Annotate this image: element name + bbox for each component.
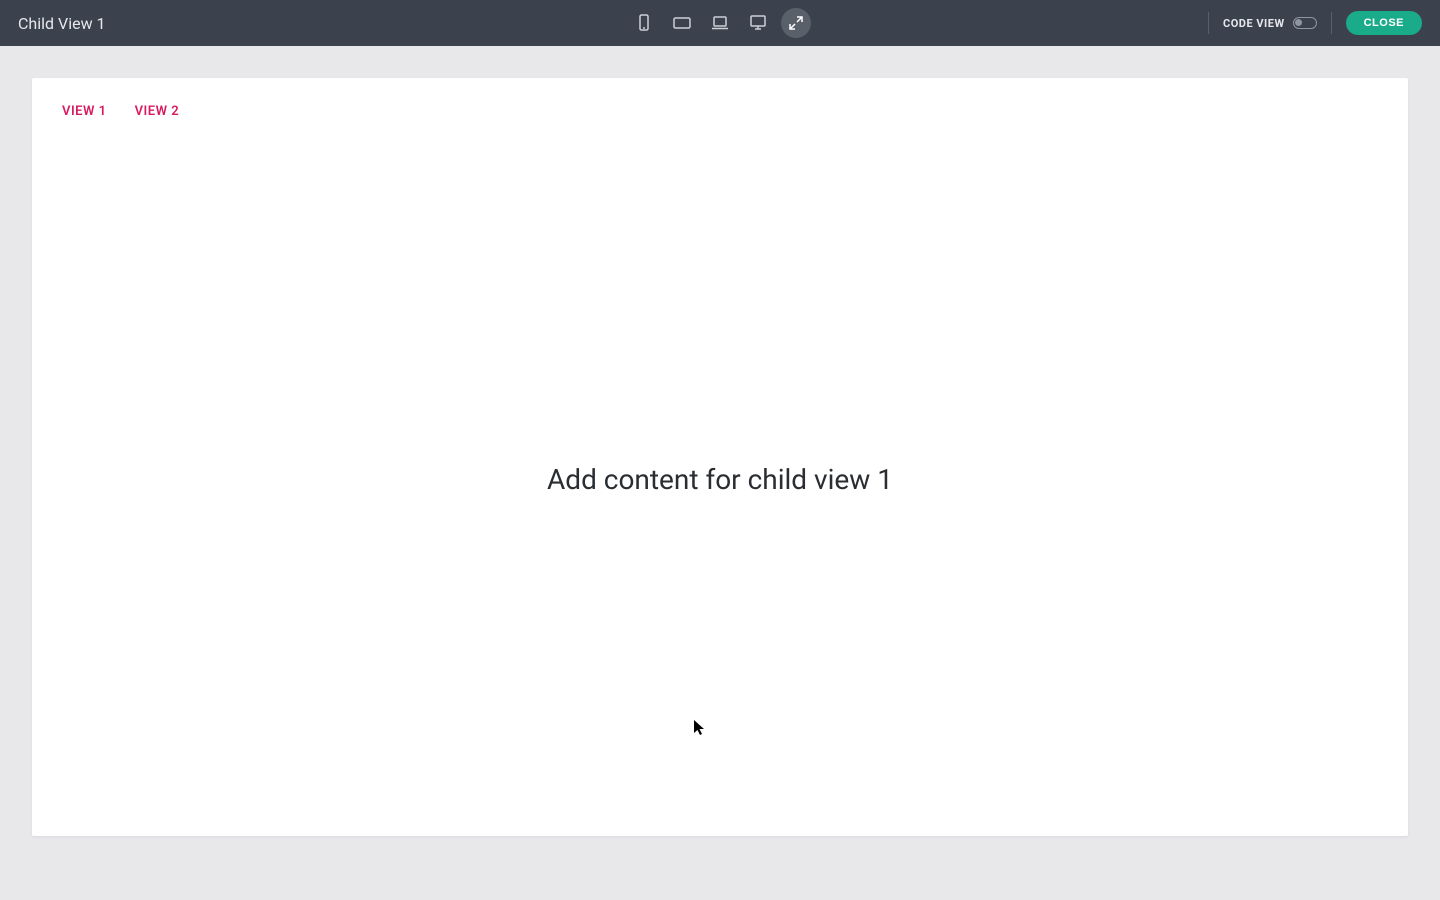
laptop-icon <box>710 15 730 31</box>
device-desktop-button[interactable] <box>743 8 773 38</box>
code-view-toggle-group: CODE VIEW <box>1223 17 1317 30</box>
device-tablet-button[interactable] <box>667 8 697 38</box>
device-preview-controls <box>629 8 811 38</box>
topbar-right-controls: CODE VIEW CLOSE <box>1208 11 1422 35</box>
tab-view-1[interactable]: VIEW 1 <box>60 100 109 123</box>
device-phone-button[interactable] <box>629 8 659 38</box>
code-view-toggle[interactable] <box>1293 17 1317 29</box>
page-title: Child View 1 <box>18 14 106 33</box>
tablet-landscape-icon <box>672 16 692 30</box>
code-view-label: CODE VIEW <box>1223 17 1285 30</box>
placeholder-text: Add content for child view 1 <box>547 463 893 496</box>
device-fullscreen-button[interactable] <box>781 8 811 38</box>
expand-icon <box>788 15 804 31</box>
canvas-body: Add content for child view 1 <box>32 123 1408 836</box>
desktop-icon <box>748 14 768 32</box>
close-button[interactable]: CLOSE <box>1346 11 1422 35</box>
toggle-knob <box>1295 19 1302 26</box>
top-bar: Child View 1 <box>0 0 1440 46</box>
phone-portrait-icon <box>637 14 651 32</box>
tab-view-2[interactable]: VIEW 2 <box>133 100 182 123</box>
separator <box>1331 12 1332 34</box>
separator <box>1208 12 1209 34</box>
view-tabs: VIEW 1 VIEW 2 <box>32 78 1408 123</box>
preview-canvas: VIEW 1 VIEW 2 Add content for child view… <box>32 78 1408 836</box>
device-laptop-button[interactable] <box>705 8 735 38</box>
canvas-wrapper: VIEW 1 VIEW 2 Add content for child view… <box>0 46 1440 900</box>
